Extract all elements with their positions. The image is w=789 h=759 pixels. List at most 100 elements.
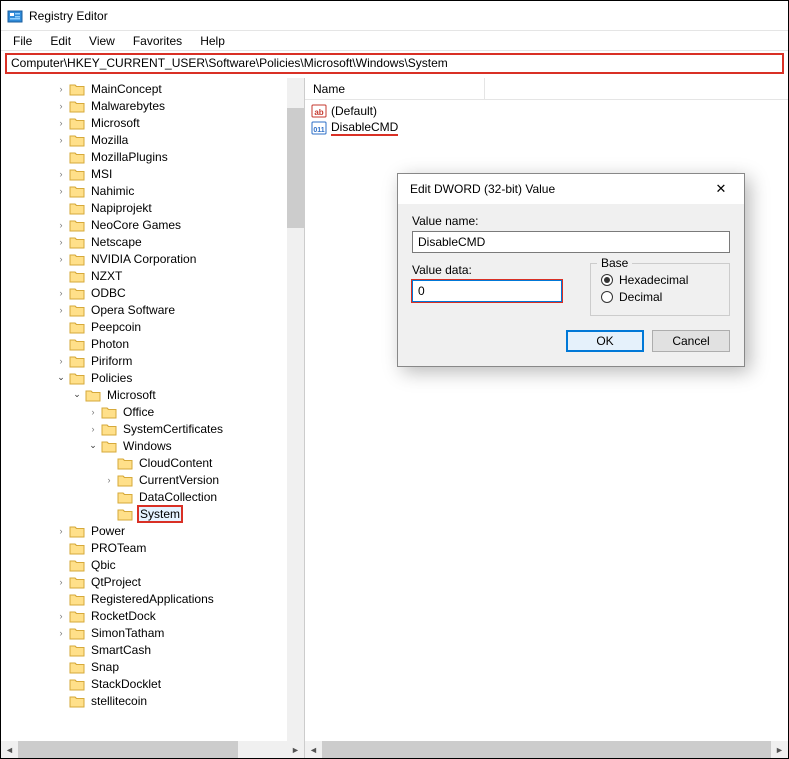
chevron-right-icon[interactable]: › [55, 525, 67, 537]
tree-item-piriform[interactable]: ›Piriform [7, 352, 304, 369]
tree-item-windows[interactable]: ⌄Windows [7, 437, 304, 454]
tree-item-mozillaplugins[interactable]: MozillaPlugins [7, 148, 304, 165]
tree-item-datacollection[interactable]: DataCollection [7, 488, 304, 505]
list-body[interactable]: ab(Default) 011 DisableCMD [305, 100, 788, 138]
menu-view[interactable]: View [81, 33, 123, 49]
chevron-right-icon[interactable]: › [55, 610, 67, 622]
chevron-right-icon[interactable]: › [55, 287, 67, 299]
tree-item-stellitecoin[interactable]: stellitecoin [7, 692, 304, 709]
chevron-right-icon[interactable]: › [87, 423, 99, 435]
chevron-right-icon[interactable]: › [55, 236, 67, 248]
cancel-button[interactable]: Cancel [652, 330, 730, 352]
tree-item-napiprojekt[interactable]: Napiprojekt [7, 199, 304, 216]
scroll-right-icon[interactable]: ► [287, 741, 304, 758]
list-item-label: DisableCMD [331, 120, 398, 136]
menu-file[interactable]: File [5, 33, 40, 49]
folder-icon [101, 422, 117, 436]
tree-item-malwarebytes[interactable]: ›Malwarebytes [7, 97, 304, 114]
tree-item-qbic[interactable]: Qbic [7, 556, 304, 573]
tree-item-nvidia-corporation[interactable]: ›NVIDIA Corporation [7, 250, 304, 267]
chevron-right-icon[interactable]: › [55, 576, 67, 588]
tree-item-label: Netscape [89, 235, 144, 249]
chevron-right-icon[interactable]: › [55, 83, 67, 95]
tree-item-cloudcontent[interactable]: CloudContent [7, 454, 304, 471]
tree-item-registeredapplications[interactable]: RegisteredApplications [7, 590, 304, 607]
tree-vscroll[interactable] [287, 78, 304, 741]
scroll-left-icon[interactable]: ◄ [305, 741, 322, 758]
ok-button[interactable]: OK [566, 330, 644, 352]
radio-hexadecimal[interactable]: Hexadecimal [601, 273, 719, 287]
tree-item-msi[interactable]: ›MSI [7, 165, 304, 182]
chevron-right-icon[interactable]: › [55, 100, 67, 112]
folder-icon [101, 439, 117, 453]
tree-hscroll[interactable]: ◄ ► [1, 741, 304, 758]
list-item[interactable]: ab(Default) [311, 102, 782, 119]
tree-item-smartcash[interactable]: SmartCash [7, 641, 304, 658]
folder-icon [117, 507, 133, 521]
tree-item-odbc[interactable]: ›ODBC [7, 284, 304, 301]
radio-decimal[interactable]: Decimal [601, 290, 719, 304]
tree-item-system[interactable]: System [7, 505, 304, 522]
chevron-right-icon[interactable]: › [103, 474, 115, 486]
tree-item-opera-software[interactable]: ›Opera Software [7, 301, 304, 318]
tree-item-nahimic[interactable]: › Nahimic [7, 182, 304, 199]
tree-item-microsoft[interactable]: ›Microsoft [7, 114, 304, 131]
dialog-titlebar[interactable]: Edit DWORD (32-bit) Value ✕ [398, 174, 744, 204]
chevron-right-icon[interactable]: › [55, 627, 67, 639]
tree-item-label: Photon [89, 337, 131, 351]
list-header[interactable]: Name [305, 78, 788, 100]
chevron-right-icon[interactable]: › [55, 253, 67, 265]
scroll-left-icon[interactable]: ◄ [1, 741, 18, 758]
tree-item-power[interactable]: ›Power [7, 522, 304, 539]
folder-icon [69, 575, 85, 589]
folder-icon [69, 541, 85, 555]
tree-item-qtproject[interactable]: ›QtProject [7, 573, 304, 590]
tree-item-netscape[interactable]: › Netscape [7, 233, 304, 250]
tree-item-currentversion[interactable]: ›CurrentVersion [7, 471, 304, 488]
scroll-right-icon[interactable]: ► [771, 741, 788, 758]
tree-item-photon[interactable]: Photon [7, 335, 304, 352]
chevron-right-icon[interactable]: › [87, 406, 99, 418]
svg-text:011: 011 [313, 127, 324, 134]
tree-item-policies[interactable]: ⌄Policies [7, 369, 304, 386]
tree-item-peepcoin[interactable]: Peepcoin [7, 318, 304, 335]
tree-item-nzxt[interactable]: NZXT [7, 267, 304, 284]
chevron-down-icon[interactable]: ⌄ [71, 389, 83, 401]
tree-item-label: CloudContent [137, 456, 214, 470]
tree-item-office[interactable]: › Office [7, 403, 304, 420]
tree-item-rocketdock[interactable]: ›RocketDock [7, 607, 304, 624]
chevron-right-icon[interactable]: › [55, 168, 67, 180]
list-item[interactable]: 011 DisableCMD [311, 119, 782, 136]
chevron-right-icon[interactable]: › [55, 134, 67, 146]
tree-item-neocore-games[interactable]: ›NeoCore Games [7, 216, 304, 233]
folder-icon [69, 269, 85, 283]
tree-item-simontatham[interactable]: ›SimonTatham [7, 624, 304, 641]
tree-item-label: Nahimic [89, 184, 136, 198]
column-name[interactable]: Name [305, 78, 485, 99]
menu-edit[interactable]: Edit [42, 33, 79, 49]
tree-item-mainconcept[interactable]: ›MainConcept [7, 80, 304, 97]
value-data-input[interactable] [412, 280, 562, 302]
chevron-down-icon[interactable]: ⌄ [87, 440, 99, 452]
chevron-right-icon[interactable]: › [55, 117, 67, 129]
menu-help[interactable]: Help [192, 33, 233, 49]
tree-item-snap[interactable]: Snap [7, 658, 304, 675]
address-bar[interactable]: Computer\HKEY_CURRENT_USER\Software\Poli… [5, 53, 784, 74]
tree-item-mozilla[interactable]: ›Mozilla [7, 131, 304, 148]
folder-icon [69, 150, 85, 164]
menu-favorites[interactable]: Favorites [125, 33, 190, 49]
chevron-down-icon[interactable]: ⌄ [55, 372, 67, 384]
chevron-right-icon[interactable]: › [55, 185, 67, 197]
close-icon[interactable]: ✕ [706, 181, 736, 197]
list-hscroll[interactable]: ◄ ► [305, 741, 788, 758]
chevron-right-icon[interactable]: › [55, 355, 67, 367]
value-name-input[interactable] [412, 231, 730, 253]
chevron-right-icon[interactable]: › [55, 219, 67, 231]
tree-item-stackdocklet[interactable]: StackDocklet [7, 675, 304, 692]
tree-item-systemcertificates[interactable]: ›SystemCertificates [7, 420, 304, 437]
tree-item-microsoft[interactable]: ⌄Microsoft [7, 386, 304, 403]
tree[interactable]: ›MainConcept›Malwarebytes›Microsoft›Mozi… [1, 78, 304, 711]
tree-item-proteam[interactable]: PROTeam [7, 539, 304, 556]
chevron-right-icon[interactable]: › [55, 304, 67, 316]
tree-item-label: Office [121, 405, 156, 419]
